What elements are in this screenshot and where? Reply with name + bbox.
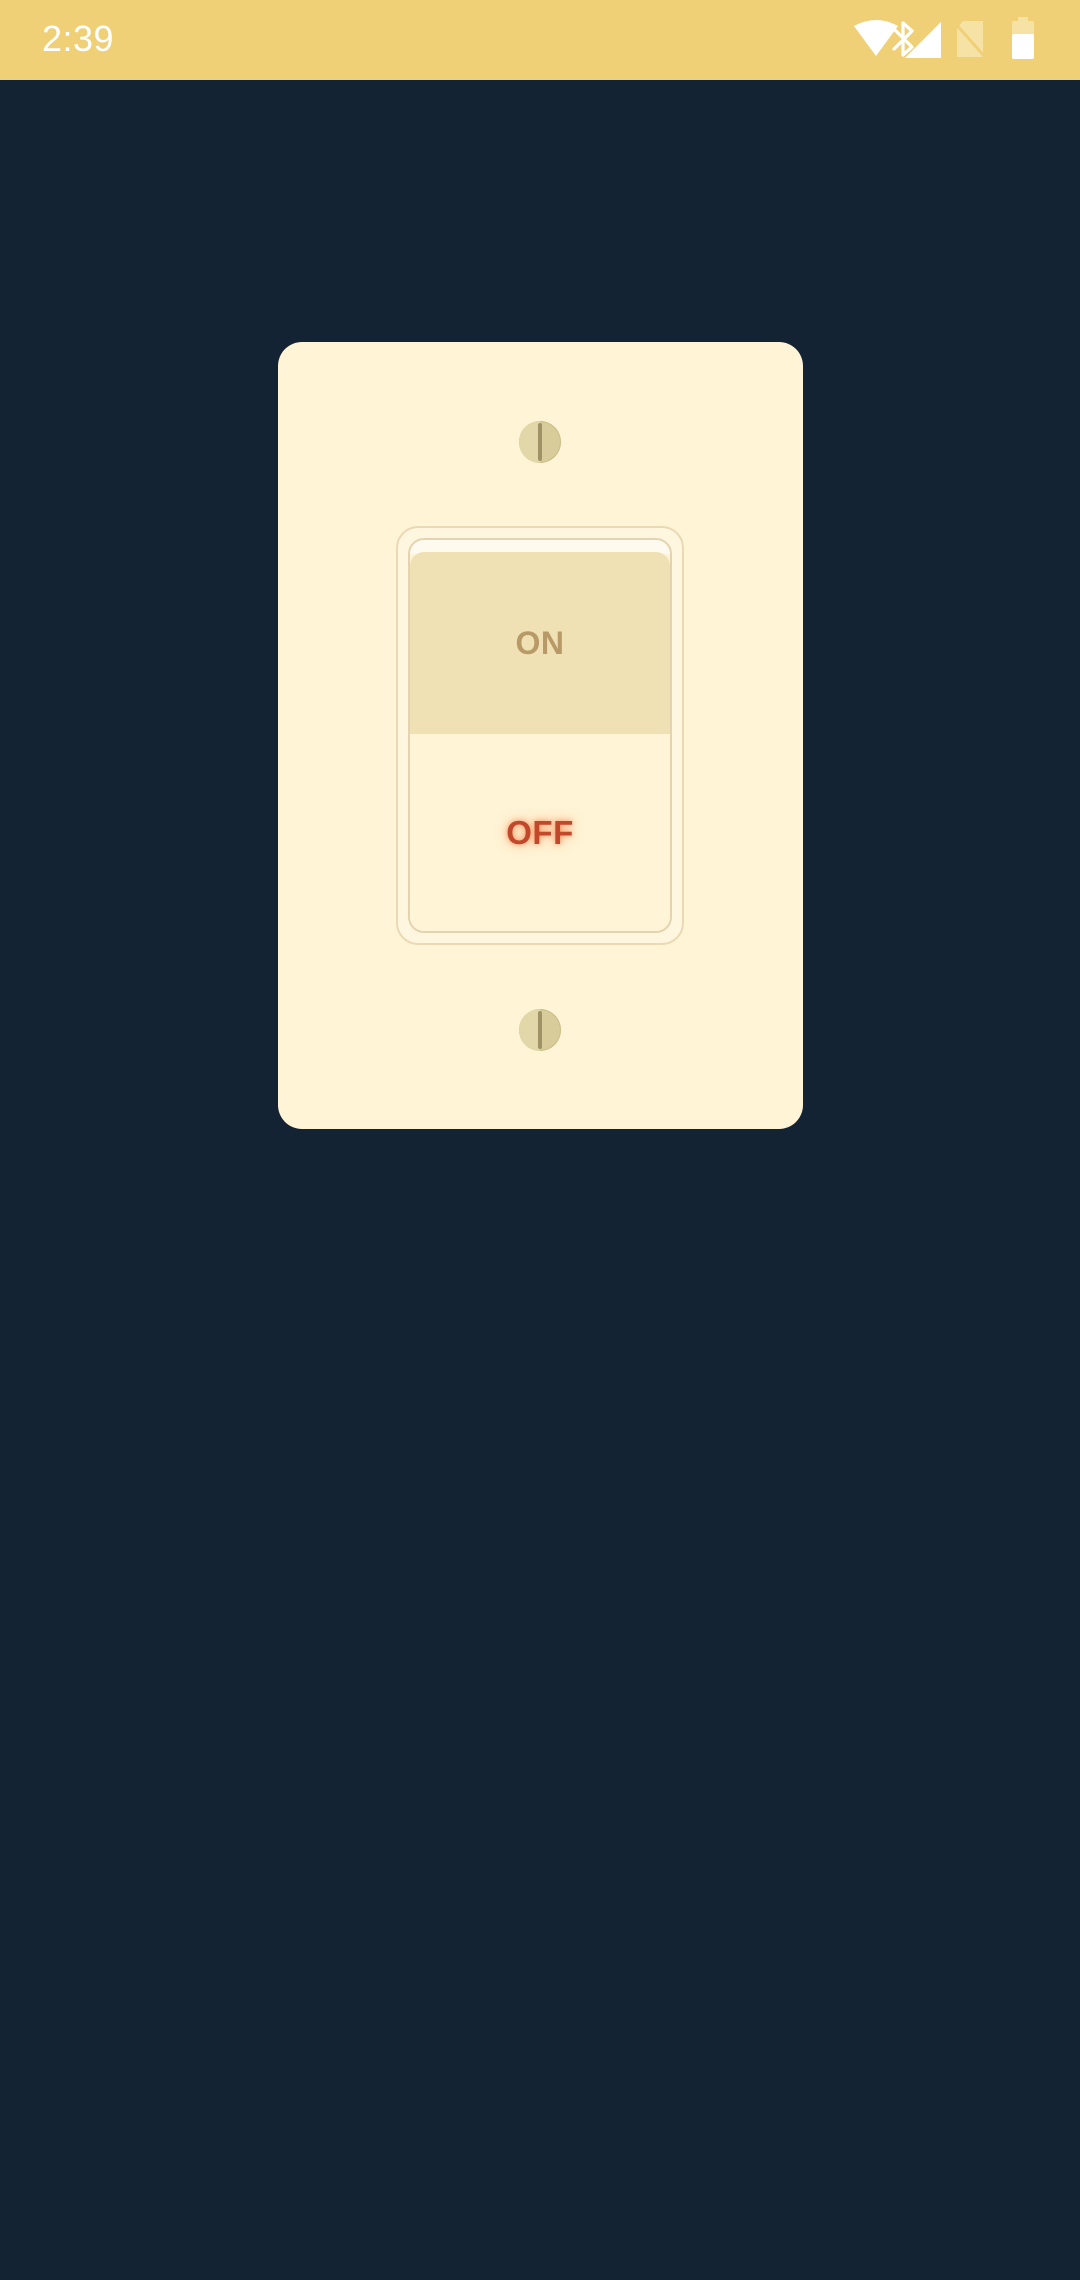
switch-plate: ON OFF bbox=[278, 342, 803, 1129]
status-time: 2:39 bbox=[42, 18, 115, 59]
status-bar: 2:39 bbox=[0, 0, 1080, 80]
cell-signal-icon bbox=[905, 22, 941, 58]
top-screw-icon bbox=[519, 421, 561, 463]
battery-icon bbox=[1012, 17, 1034, 59]
off-label: OFF bbox=[506, 813, 574, 851]
app-area: ON OFF bbox=[0, 80, 1080, 2280]
switch-on-button[interactable]: ON bbox=[410, 552, 670, 734]
switch-bezel: ON OFF bbox=[396, 526, 684, 945]
on-label: ON bbox=[515, 624, 565, 661]
switch-off-button[interactable]: OFF bbox=[410, 734, 670, 931]
bottom-screw-icon bbox=[519, 1009, 561, 1051]
no-sim-icon bbox=[953, 21, 987, 58]
wifi-icon bbox=[854, 20, 898, 56]
rocker-switch[interactable]: ON OFF bbox=[408, 538, 672, 933]
